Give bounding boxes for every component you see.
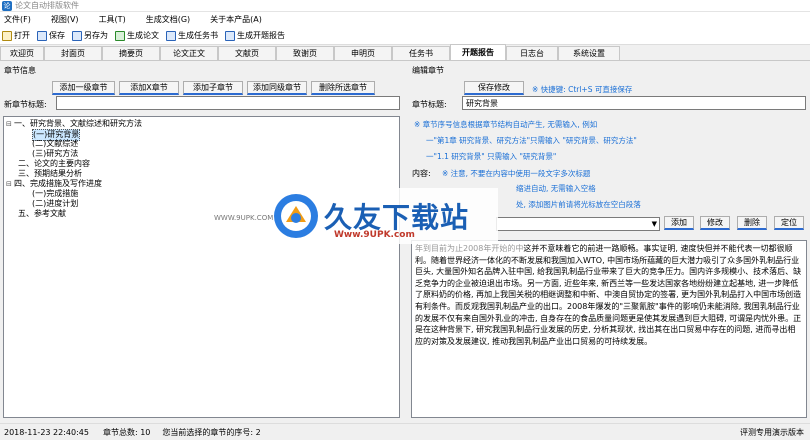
tree-node[interactable]: 二、论文的主要内容 xyxy=(18,159,90,169)
tree-node[interactable]: 一、研究背景、文献综述和研究方法 xyxy=(14,119,142,129)
delete-chapter-button[interactable]: 删除所选章节 xyxy=(311,81,375,95)
tab-log[interactable]: 日志台 xyxy=(506,46,558,60)
tab-welcome[interactable]: 欢迎页 xyxy=(0,46,44,60)
brand-logo-icon xyxy=(272,192,320,240)
add-x-button[interactable]: 添加X章节 xyxy=(119,81,179,95)
chevron-down-icon: ▼ xyxy=(651,220,657,228)
brand-url: Www.9UPK.com xyxy=(334,230,415,240)
tree-node[interactable]: (一)完成措施 xyxy=(32,189,78,199)
panel-title: 章节信息 xyxy=(4,66,36,75)
tab-cover[interactable]: 封面页 xyxy=(44,46,102,60)
hint-line: ※ 章节序号信息根据章节结构自动产生, 无需输入, 例如 xyxy=(414,120,598,129)
save-as-label: 另存为 xyxy=(84,31,108,40)
paragraph-select[interactable]: ▼ xyxy=(496,217,660,231)
content-text: 这并不意味着它的前进一路顺畅。事实证明, 速度快但并不能代表一切都很顺利。随着世… xyxy=(415,244,802,346)
status-bar: 2018-11-23 22:40:45 章节总数: 10 您当前选择的章节的序号… xyxy=(0,423,810,440)
tree-node[interactable]: (二)文献综述 xyxy=(32,139,78,149)
generate-proposal-button[interactable]: 生成开题报告 xyxy=(225,30,285,41)
menu-view[interactable]: 视图(V) xyxy=(51,14,79,25)
tab-task[interactable]: 任务书 xyxy=(392,46,450,60)
content-prefix: 年到目前为止2008年开始的 xyxy=(415,244,516,253)
tab-thanks[interactable]: 致谢页 xyxy=(276,46,334,60)
menu-about[interactable]: 关于本产品(A) xyxy=(210,14,262,25)
menu-file[interactable]: 文件(F) xyxy=(4,14,31,25)
tab-references[interactable]: 文献页 xyxy=(218,46,276,60)
collapse-icon[interactable]: ⊟ xyxy=(6,119,12,129)
toolbar: 打开 保存 另存为 生成论文 生成任务书 生成开题报告 xyxy=(0,27,810,45)
save-changes-button[interactable]: 保存修改 xyxy=(464,81,524,95)
document-icon xyxy=(225,30,235,41)
status-seq: 您当前选择的章节的序号: 2 xyxy=(162,427,261,437)
shortcut-hint: ※ 快捷键: Ctrl+S 可直接保存 xyxy=(532,85,633,94)
save-as-button[interactable]: 另存为 xyxy=(72,30,108,41)
panel-title: 编辑章节 xyxy=(412,66,444,75)
status-count: 章节总数: 10 xyxy=(102,427,151,437)
tab-abstract[interactable]: 摘要页 xyxy=(102,46,160,60)
new-title-input[interactable] xyxy=(56,96,400,110)
content-editor[interactable]: 年到目前为止2008年开始的中这并不意味着它的前进一路顺畅。事实证明, 速度快但… xyxy=(411,240,807,418)
generate-task-button[interactable]: 生成任务书 xyxy=(166,30,218,41)
new-title-label: 新章节标题: xyxy=(4,100,47,109)
collapse-icon[interactable]: ⊟ xyxy=(6,179,12,189)
menu-generate[interactable]: 生成文档(G) xyxy=(146,14,190,25)
watermark-url-left: WWW.9UPK.COM xyxy=(214,214,274,222)
add-child-button[interactable]: 添加子章节 xyxy=(183,81,243,95)
add-button[interactable]: 添加 xyxy=(664,216,694,230)
window-title: 论文自动排版软件 xyxy=(15,1,79,10)
open-label: 打开 xyxy=(14,31,30,40)
generate-paper-label: 生成论文 xyxy=(127,31,159,40)
modify-button[interactable]: 修改 xyxy=(700,216,730,230)
generate-task-label: 生成任务书 xyxy=(178,31,218,40)
document-icon xyxy=(115,30,125,41)
tree-node[interactable]: 五、参考文献 xyxy=(18,209,66,219)
menu-tools[interactable]: 工具(T) xyxy=(99,14,126,25)
save-icon xyxy=(37,30,47,41)
content-label: 内容: xyxy=(412,169,431,178)
save-button[interactable]: 保存 xyxy=(37,30,65,41)
hint-line: 一"1.1 研究背景" 只需输入 "研究背景" xyxy=(426,152,557,161)
open-button[interactable]: 打开 xyxy=(2,30,30,41)
status-time: 2018-11-23 22:40:45 xyxy=(4,427,89,437)
chapter-tree[interactable]: ⊟ 一、研究背景、文献综述和研究方法 (一)研究背景 (二)文献综述 (三)研究… xyxy=(3,116,400,418)
status-edition: 评测专用演示版本 xyxy=(740,427,804,437)
menu-bar: 文件(F) 视图(V) 工具(T) 生成文档(G) 关于本产品(A) xyxy=(0,12,810,27)
hint-line: 缩进自动, 无需输入空格 xyxy=(516,184,596,193)
tree-node[interactable]: (二)进度计划 xyxy=(32,199,78,209)
title-bar: 论 论文自动排版软件 xyxy=(0,0,810,12)
save-label: 保存 xyxy=(49,31,65,40)
generate-paper-button[interactable]: 生成论文 xyxy=(115,30,159,41)
chapter-title-input[interactable] xyxy=(462,96,806,110)
tab-proposal[interactable]: 开题报告 xyxy=(450,44,506,60)
delete-button[interactable]: 删除 xyxy=(737,216,767,230)
locate-button[interactable]: 定位 xyxy=(774,216,804,230)
generate-proposal-label: 生成开题报告 xyxy=(237,31,285,40)
add-level1-button[interactable]: 添加一级章节 xyxy=(52,81,115,95)
document-icon xyxy=(166,30,176,41)
watermark: 久友下载站 Www.9UPK.com xyxy=(268,188,498,244)
tab-body[interactable]: 论文正文 xyxy=(160,46,218,60)
tab-settings[interactable]: 系统设置 xyxy=(558,46,620,60)
folder-icon xyxy=(2,30,12,41)
tab-statement[interactable]: 申明页 xyxy=(334,46,392,60)
save-as-icon xyxy=(72,30,82,41)
hint-line: ※ 注意, 不要在内容中使用一段文字多次标题 xyxy=(442,169,591,178)
add-sibling-button[interactable]: 添加同级章节 xyxy=(247,81,307,95)
tree-node[interactable]: 四、完成措施及写作进度 xyxy=(14,179,102,189)
chapter-title-label: 章节标题: xyxy=(412,100,447,109)
tree-node[interactable]: (三)研究方法 xyxy=(32,149,78,159)
tree-node[interactable]: 三、预期结果分析 xyxy=(18,169,82,179)
hint-line: 一"第1章 研究背景、研究方法"只需输入 "研究背景、研究方法" xyxy=(426,136,637,145)
hint-line: 处, 添加图片前请将光标放在空白段落 xyxy=(516,200,641,209)
tab-bar: 欢迎页 封面页 摘要页 论文正文 文献页 致谢页 申明页 任务书 开题报告 日志… xyxy=(0,44,810,61)
app-icon: 论 xyxy=(2,0,12,11)
